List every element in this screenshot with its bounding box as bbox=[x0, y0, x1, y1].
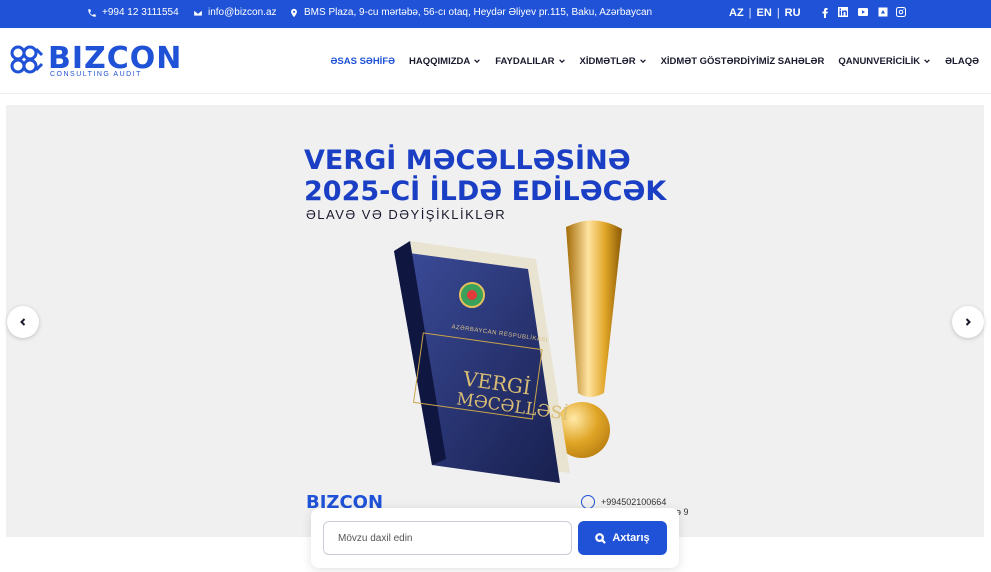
chevron-down-icon bbox=[924, 59, 930, 64]
nav-useful[interactable]: FAYDALILAR bbox=[495, 56, 565, 67]
top-contact-bar: +994 12 3111554 info@bizcon.az BMS Plaza… bbox=[0, 0, 991, 28]
logo-tagline: CONSULTING AUDIT bbox=[50, 71, 142, 78]
phone-text: +994 12 3111554 bbox=[102, 7, 179, 18]
language-switcher: AZ | EN | RU bbox=[729, 7, 801, 19]
linkedin-icon[interactable] bbox=[837, 6, 849, 18]
lang-separator: | bbox=[776, 7, 780, 19]
social-links bbox=[819, 6, 907, 18]
slider-prev-button[interactable] bbox=[7, 306, 39, 338]
nav-legislation[interactable]: QANUNVERİCİLİK bbox=[838, 56, 931, 67]
nav-home[interactable]: ƏSAS SƏHİFƏ bbox=[331, 56, 396, 67]
search-input[interactable] bbox=[323, 521, 572, 555]
chevron-down-icon bbox=[474, 59, 481, 64]
phone-contact[interactable]: +994 12 3111554 bbox=[87, 7, 179, 18]
site-header: BIZCON CONSULTING AUDIT ƏSAS SƏHİFƏ HAQQ… bbox=[0, 28, 991, 94]
lang-en[interactable]: EN bbox=[757, 7, 772, 19]
hero-slide: VERGİ MƏCƏLLƏSİNƏ 2025-Cİ İLDƏ EDİLƏCƏK … bbox=[6, 105, 984, 537]
search-icon bbox=[595, 532, 607, 544]
hero-title-line-1: VERGİ MƏCƏLLƏSİNƏ bbox=[304, 145, 631, 176]
location-pin-icon bbox=[291, 8, 297, 17]
logo-mark-icon bbox=[10, 45, 44, 74]
main-navigation: ƏSAS SƏHİFƏ HAQQIMIZDA FAYDALILAR XİDMƏT… bbox=[331, 28, 979, 94]
nav-label: ƏSAS SƏHİFƏ bbox=[330, 55, 396, 67]
email-contact[interactable]: info@bizcon.az bbox=[193, 7, 277, 18]
chevron-down-icon bbox=[639, 59, 646, 64]
nav-label: XİDMƏT GÖSTƏRDİYİMİZ SAHƏLƏR bbox=[660, 55, 825, 67]
mail-icon bbox=[193, 9, 203, 16]
nav-label: FAYDALILAR bbox=[495, 55, 555, 67]
lang-az[interactable]: AZ bbox=[729, 7, 744, 19]
phone-icon bbox=[88, 8, 96, 17]
slider-next-button[interactable] bbox=[952, 306, 984, 338]
search-panel: Axtarış bbox=[311, 508, 679, 568]
hero-phone-text: +994502100664 bbox=[601, 497, 667, 507]
tax-code-book-image bbox=[394, 241, 570, 483]
email-text: info@bizcon.az bbox=[208, 7, 277, 18]
chevron-right-icon bbox=[965, 318, 971, 326]
search-button-label: Axtarış bbox=[612, 532, 650, 544]
hero-title-line-2: 2025-Cİ İLDƏ EDİLƏCƏK bbox=[304, 176, 667, 207]
lang-ru[interactable]: RU bbox=[785, 7, 801, 19]
chevron-left-icon bbox=[20, 318, 26, 326]
chevron-down-icon bbox=[558, 59, 565, 64]
instagram-icon[interactable] bbox=[895, 6, 907, 18]
lang-separator: | bbox=[748, 7, 752, 19]
hero-title: VERGİ MƏCƏLLƏSİNƏ 2025-Cİ İLDƏ EDİLƏCƏK bbox=[304, 145, 666, 207]
address-contact: BMS Plaza, 9-cu mərtəbə, 56-cı otaq, Hey… bbox=[289, 7, 652, 18]
nav-contact[interactable]: ƏLAQƏ bbox=[945, 56, 979, 67]
nav-label: QANUNVERİCİLİK bbox=[838, 55, 921, 67]
app-icon[interactable] bbox=[877, 6, 889, 18]
nav-about[interactable]: HAQQIMIZDA bbox=[409, 56, 481, 67]
hero-subtitle: ƏLAVƏ VƏ DƏYİŞİKLİKLƏR bbox=[306, 207, 507, 222]
nav-service-areas[interactable]: XİDMƏT GÖSTƏRDİYİMİZ SAHƏLƏR bbox=[661, 56, 825, 67]
facebook-icon[interactable] bbox=[819, 6, 831, 18]
youtube-icon[interactable] bbox=[855, 6, 871, 18]
nav-services[interactable]: XİDMƏTLƏR bbox=[580, 56, 647, 67]
search-button[interactable]: Axtarış bbox=[578, 521, 667, 555]
hero-phone: +994502100664 bbox=[581, 495, 666, 509]
phone-circle-icon bbox=[581, 495, 595, 509]
nav-label: XİDMƏTLƏR bbox=[579, 55, 636, 67]
bizcon-logo[interactable]: BIZCON CONSULTING AUDIT bbox=[10, 41, 181, 81]
nav-label: HAQQIMIZDA bbox=[409, 55, 471, 67]
address-text: BMS Plaza, 9-cu mərtəbə, 56-cı otaq, Hey… bbox=[304, 7, 653, 18]
nav-label: ƏLAQƏ bbox=[945, 55, 979, 67]
